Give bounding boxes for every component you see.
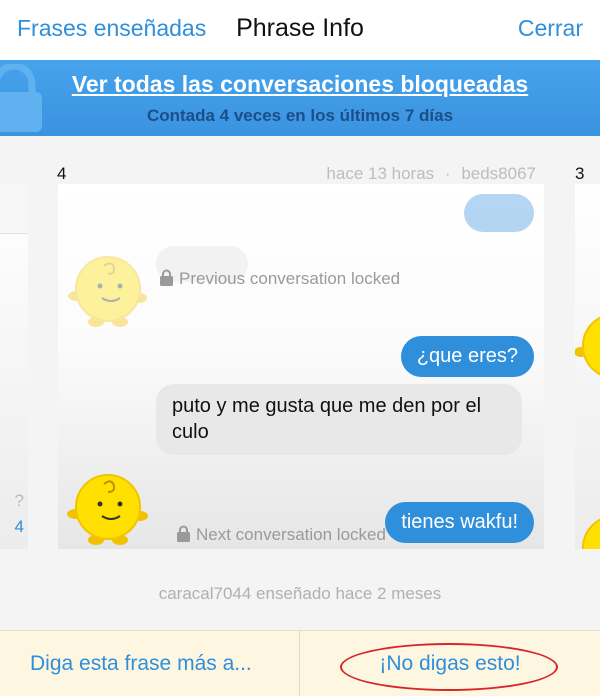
simsimi-avatar-icon <box>68 256 147 327</box>
simsimi-avatar-icon <box>67 474 148 545</box>
previous-card-partial[interactable]: ? 4 <box>0 184 28 549</box>
banner-subtitle: Contada 4 veces en los últimos 7 días <box>146 106 454 125</box>
lock-icon <box>160 269 173 286</box>
next-card-index: 3 <box>575 164 585 183</box>
lock-icon <box>177 525 190 542</box>
next-card-partial[interactable] <box>575 184 600 549</box>
previous-card-bubble <box>0 184 28 234</box>
user-message-bubble: ¿que eres? <box>400 336 534 377</box>
bot-message-bubble: puto y me gusta que me den por el culo <box>156 384 522 455</box>
previous-card-question-mark: ? <box>14 491 24 510</box>
next-locked-text: Next conversation locked <box>196 525 386 544</box>
previous-card-count: 4 <box>14 517 24 536</box>
card-user[interactable]: beds8067 <box>461 164 536 183</box>
locked-conversations-banner[interactable]: Ver todas las conversaciones bloqueadas … <box>0 60 600 136</box>
previous-user-bubble <box>464 194 534 232</box>
conversation-gallery[interactable]: ? 4 4 hace 13 horas · beds8067 3 Previou… <box>0 136 600 630</box>
card-meta-separator: · <box>444 164 451 183</box>
next-user-message-bubble: tienes wakfu! <box>385 502 534 543</box>
view-locked-conversations-link[interactable]: Ver todas las conversaciones bloqueadas <box>0 71 600 98</box>
say-more-button[interactable]: Diga esta frase más a... <box>0 631 299 696</box>
next-conversation-locked: Next conversation locked <box>176 525 386 545</box>
previous-locked-text: Previous conversation locked <box>179 269 401 288</box>
simsimi-avatar-icon <box>582 518 600 549</box>
red-annotation-oval <box>340 643 558 691</box>
previous-conversation-locked: Previous conversation locked <box>159 269 400 289</box>
taught-by-caption: caracal7044 enseñado hace 2 meses <box>158 584 442 603</box>
conversation-card[interactable]: Previous conversation locked ¿que eres? … <box>58 184 544 549</box>
simsimi-avatar-icon <box>575 316 600 376</box>
top-bar: Frases enseñadas Phrase Info Cerrar <box>0 0 600 60</box>
page-title: Phrase Info <box>236 14 364 42</box>
card-meta: hace 13 horas · beds8067 <box>326 164 536 184</box>
card-index: 4 <box>57 164 67 183</box>
close-button[interactable]: Cerrar <box>518 15 583 42</box>
card-time: hace 13 horas <box>326 164 435 183</box>
